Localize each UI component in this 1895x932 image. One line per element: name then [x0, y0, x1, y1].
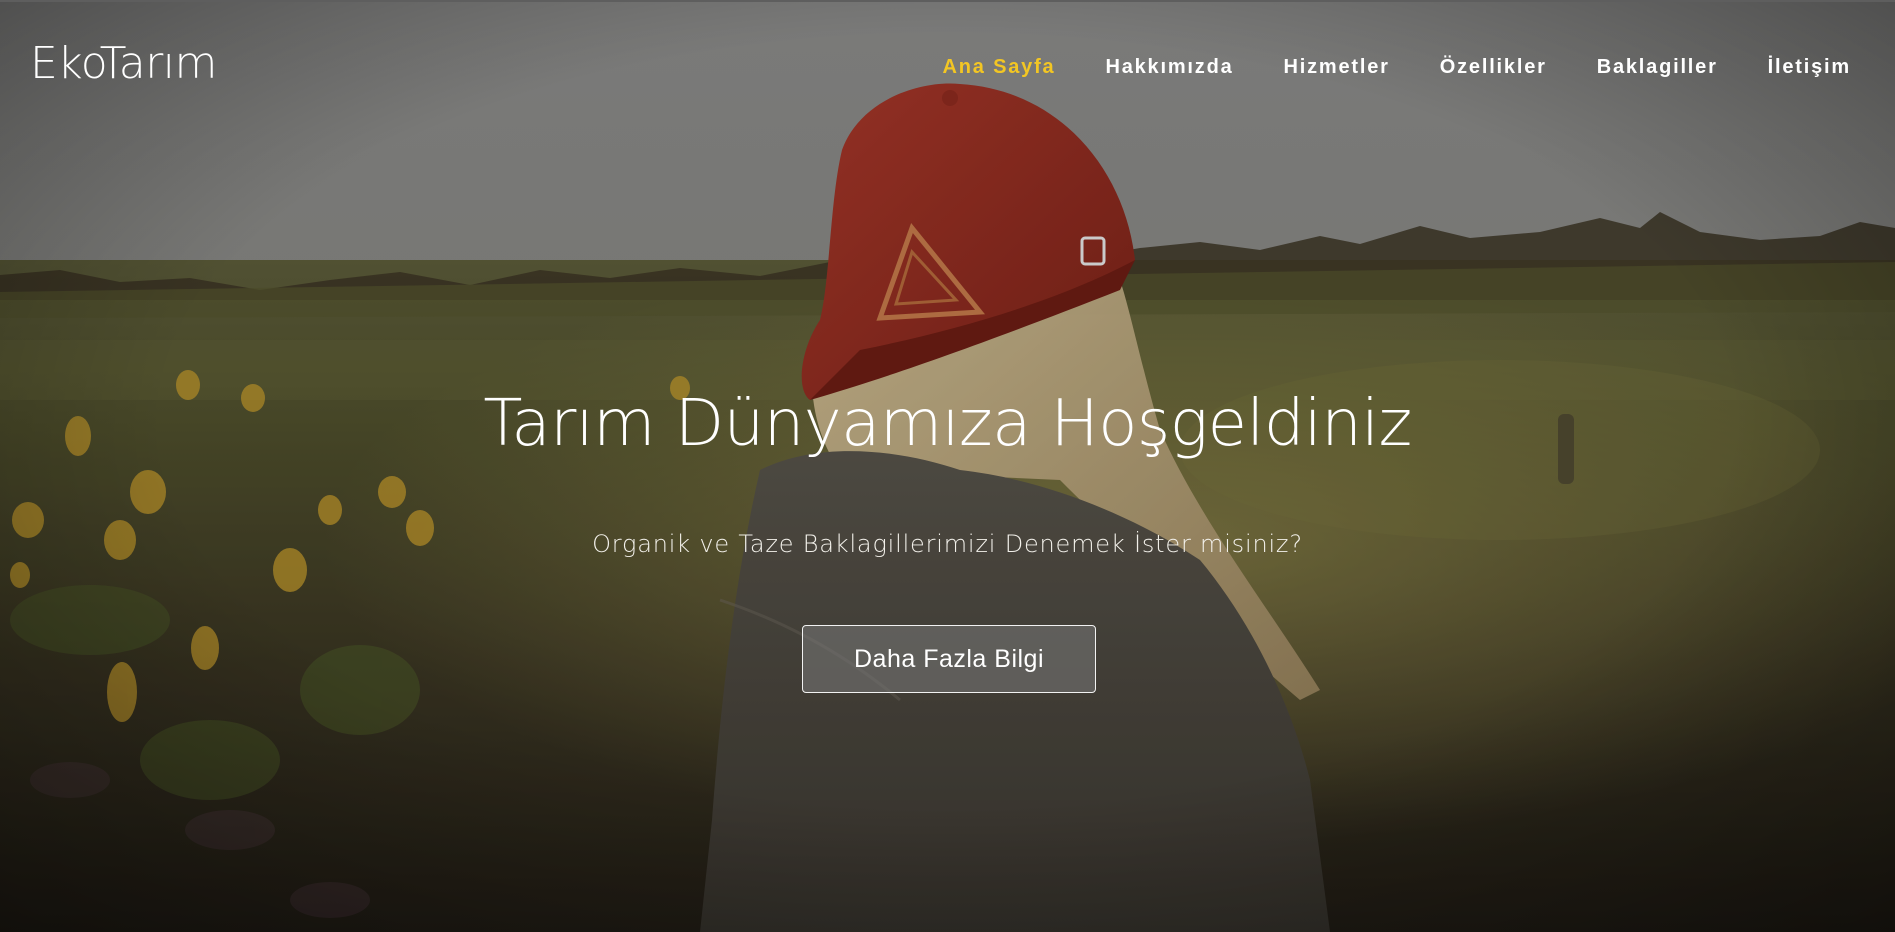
- learn-more-button[interactable]: Daha Fazla Bilgi: [802, 625, 1096, 693]
- nav-link-ana-sayfa[interactable]: Ana Sayfa: [943, 56, 1056, 78]
- hero-subtitle: Organik ve Taze Baklagillerimizi Denemek…: [592, 530, 1303, 558]
- nav-link-baklagiller[interactable]: Baklagiller: [1597, 56, 1718, 78]
- nav-link-hakkimizda[interactable]: Hakkımızda: [1105, 56, 1233, 78]
- nav-item-iletisim: İletişim: [1768, 56, 1851, 79]
- nav-item-hizmetler: Hizmetler: [1284, 56, 1390, 79]
- navbar: EkoTarım Ana Sayfa Hakkımızda Hizmetler …: [0, 0, 1895, 140]
- nav-link-ozellikler[interactable]: Özellikler: [1440, 56, 1547, 78]
- nav-link-hizmetler[interactable]: Hizmetler: [1284, 56, 1390, 78]
- brand-logo[interactable]: EkoTarım: [30, 39, 217, 88]
- nav-item-ana-sayfa: Ana Sayfa: [943, 56, 1056, 79]
- nav-item-baklagiller: Baklagiller: [1597, 56, 1718, 79]
- nav-link-iletisim[interactable]: İletişim: [1768, 56, 1851, 78]
- landing-page: EkoTarım Ana Sayfa Hakkımızda Hizmetler …: [0, 0, 1895, 932]
- nav-menu: Ana Sayfa Hakkımızda Hizmetler Özellikle…: [893, 56, 1851, 79]
- nav-item-ozellikler: Özellikler: [1440, 56, 1547, 79]
- nav-item-hakkimizda: Hakkımızda: [1105, 56, 1233, 79]
- hero-title: Tarım Dünyamıza Hoşgeldiniz: [483, 387, 1412, 461]
